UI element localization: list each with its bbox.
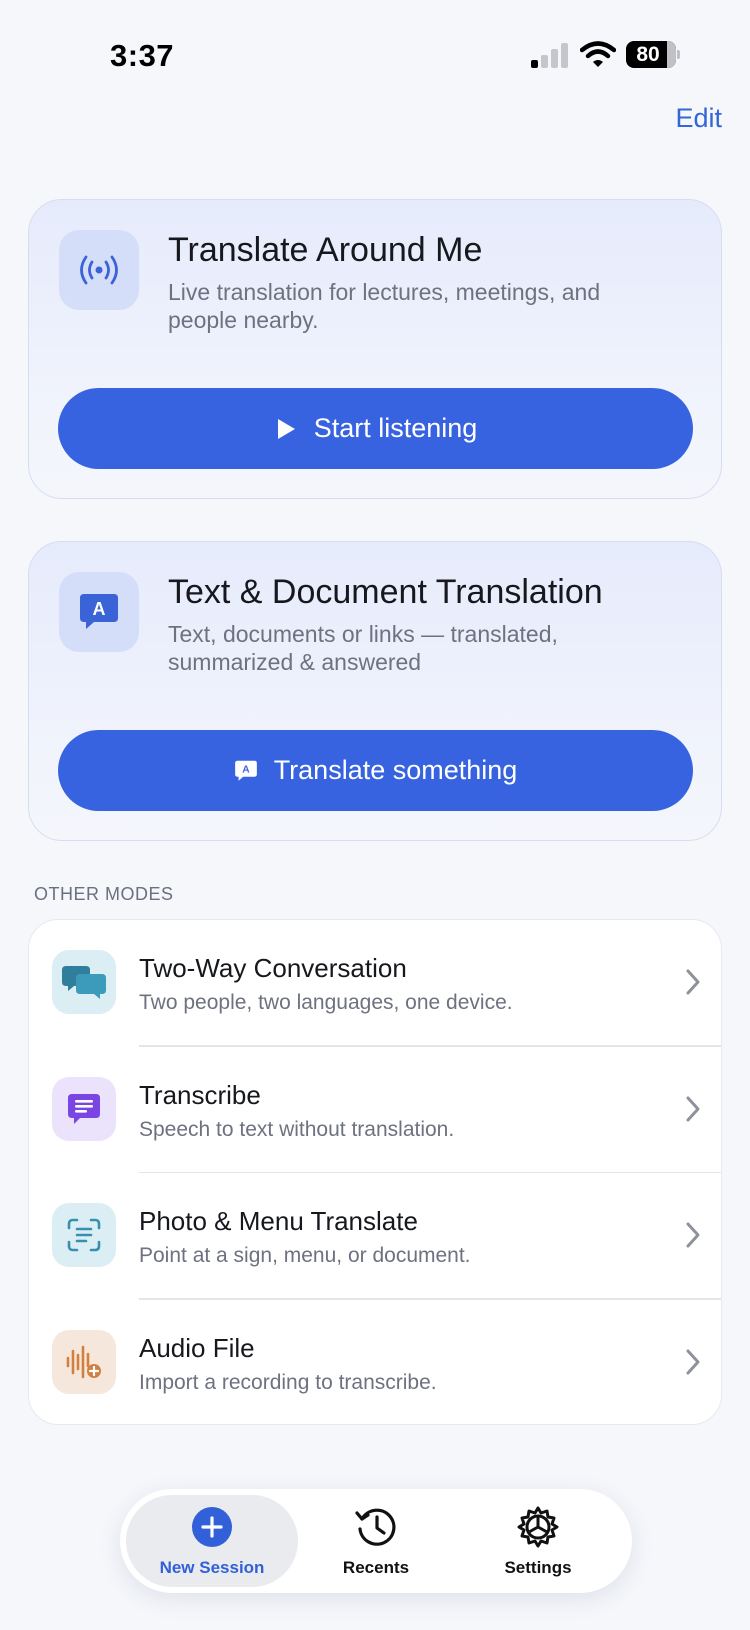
tab-label: New Session bbox=[159, 1558, 265, 1577]
chevron-right-icon bbox=[686, 969, 700, 995]
bubble-glyph: A bbox=[242, 764, 250, 775]
tab-settings[interactable]: Settings bbox=[452, 1495, 624, 1587]
mode-title: Photo & Menu Translate bbox=[139, 1206, 418, 1236]
tab-label: Settings bbox=[504, 1558, 572, 1577]
tab-new-session[interactable]: New Session bbox=[126, 1495, 298, 1587]
chevron-right-icon bbox=[686, 1222, 700, 1248]
mode-description: Two people, two languages, one device. bbox=[139, 991, 513, 1014]
wifi-icon bbox=[580, 41, 616, 67]
card-title: Translate Around Me bbox=[168, 231, 483, 269]
audio-file-icon bbox=[52, 1329, 116, 1394]
card-title: Text & Document Translation bbox=[168, 573, 603, 611]
broadcast-icon bbox=[59, 230, 139, 310]
mode-description: Point at a sign, menu, or document. bbox=[139, 1244, 471, 1267]
translate-bubble-icon: A bbox=[59, 572, 139, 652]
translate-around-me-card: Translate Around Me Live translation for… bbox=[28, 199, 722, 499]
conversation-icon bbox=[52, 950, 116, 1014]
card-description: Live translation for lectures, meetings,… bbox=[168, 279, 601, 333]
start-listening-button[interactable]: Start listening bbox=[58, 388, 693, 469]
button-label: Start listening bbox=[313, 413, 478, 443]
mode-title: Audio File bbox=[139, 1332, 255, 1363]
mode-transcribe[interactable]: Transcribe Speech to text without transl… bbox=[29, 1047, 721, 1173]
history-icon bbox=[354, 1505, 398, 1549]
plus-circle-icon bbox=[190, 1505, 234, 1549]
button-label: Translate something bbox=[273, 755, 518, 785]
mode-two-way-conversation[interactable]: Two-Way Conversation Two people, two lan… bbox=[29, 920, 721, 1047]
text-document-translation-card: A Text & Document Translation Text, docu… bbox=[28, 541, 722, 841]
cellular-signal-icon bbox=[531, 42, 571, 68]
mode-description: Speech to text without translation. bbox=[139, 1117, 455, 1141]
scan-text-icon bbox=[52, 1203, 116, 1267]
bubble-glyph: A bbox=[93, 599, 106, 619]
transcript-icon bbox=[52, 1076, 116, 1141]
mode-title: Transcribe bbox=[139, 1079, 261, 1110]
chevron-right-icon bbox=[686, 1349, 700, 1374]
mode-photo-menu-translate[interactable]: Photo & Menu Translate Point at a sign, … bbox=[29, 1173, 721, 1300]
card-description: Text, documents or links — translated, s… bbox=[168, 621, 558, 675]
battery-icon: 80 bbox=[626, 41, 680, 68]
section-label-other-modes: OTHER MODES bbox=[34, 884, 174, 904]
gear-icon bbox=[516, 1505, 560, 1549]
edit-button[interactable]: Edit bbox=[675, 103, 722, 134]
tab-bar: New Session Recents Settings bbox=[120, 1489, 632, 1593]
mode-description: Import a recording to transcribe. bbox=[139, 1370, 437, 1394]
mode-title: Two-Way Conversation bbox=[139, 953, 407, 983]
battery-level: 80 bbox=[636, 43, 660, 66]
status-bar: 3:37 80 bbox=[0, 0, 750, 100]
translate-bubble-icon: A bbox=[234, 759, 258, 783]
mode-audio-file[interactable]: Audio File Import a recording to transcr… bbox=[29, 1300, 721, 1425]
status-time: 3:37 bbox=[110, 38, 175, 73]
tab-label: Recents bbox=[342, 1558, 410, 1577]
tab-recents[interactable]: Recents bbox=[290, 1495, 462, 1587]
app-screen: 3:37 80 Edit Translate Around Me Live tr… bbox=[0, 0, 750, 1630]
translate-something-button[interactable]: A Translate something bbox=[58, 730, 693, 811]
play-icon bbox=[274, 417, 298, 441]
chevron-right-icon bbox=[686, 1096, 700, 1121]
other-modes-list: Two-Way Conversation Two people, two lan… bbox=[28, 919, 722, 1425]
